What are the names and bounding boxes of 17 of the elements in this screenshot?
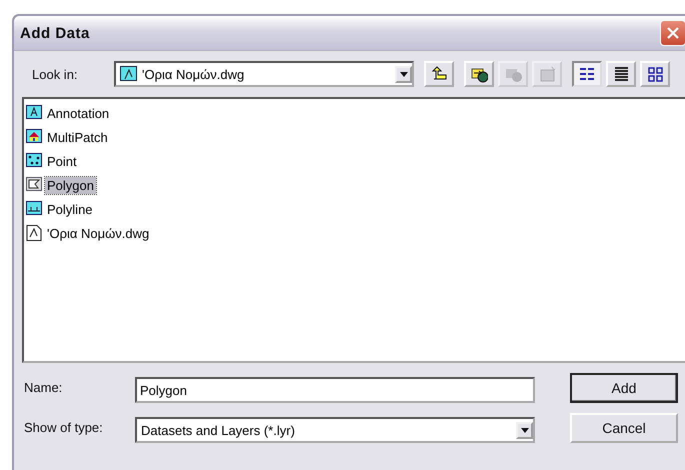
name-field[interactable]: Polygon — [135, 377, 535, 403]
list-item[interactable]: 'Ορια Νομών.dwg — [45, 224, 152, 242]
list-item[interactable]: Annotation — [45, 104, 112, 122]
look-in-label: Look in: — [31, 66, 79, 82]
look-in-dropdown[interactable]: 'Ορια Νομών.dwg — [114, 61, 414, 87]
cancel-button[interactable]: Cancel — [570, 413, 678, 443]
name-label: Name: — [24, 380, 64, 394]
window-title: Add Data — [20, 24, 90, 42]
list-item[interactable]: Polyline — [45, 200, 95, 218]
list-item[interactable]: Point — [45, 152, 79, 170]
type-value: Datasets and Layers (*.lyr) — [140, 422, 296, 438]
list-item[interactable]: MultiPatch — [45, 128, 110, 146]
list-item[interactable]: Polygon — [45, 176, 96, 194]
look-in-value: 'Ορια Νομών.dwg — [116, 66, 395, 82]
type-label: Show of type: — [24, 420, 104, 434]
add-button[interactable]: Add — [570, 373, 678, 403]
type-dropdown[interactable]: Datasets and Layers (*.lyr) — [135, 417, 535, 443]
